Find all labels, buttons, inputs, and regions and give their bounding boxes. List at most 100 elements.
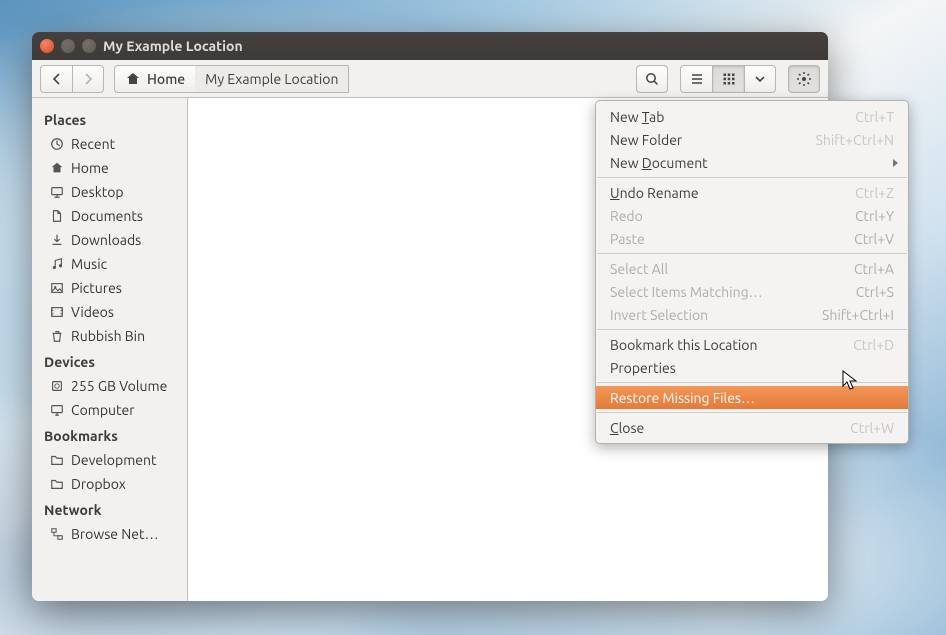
download-icon [50,233,64,247]
sidebar-item-desktop[interactable]: Desktop [32,180,187,204]
menu-item-new-tab[interactable]: New TabCtrl+T [596,105,908,128]
search-button[interactable] [636,65,668,93]
window-minimize-button[interactable] [61,39,75,53]
sidebar-item-videos[interactable]: Videos [32,300,187,324]
sidebar-item-255-gb-volume[interactable]: 255 GB Volume [32,374,187,398]
sidebar-item-label: 255 GB Volume [71,378,167,394]
sidebar-item-label: Pictures [71,280,122,296]
menu-item-accelerator: Ctrl+V [854,231,894,247]
sidebar-item-label: Computer [71,402,135,418]
pathbar: Home My Example Location [114,65,349,93]
sidebar-item-browse-net-[interactable]: Browse Net… [32,522,187,546]
toolbar: Home My Example Location [32,60,828,98]
sidebar-heading: Places [32,106,187,132]
chevron-right-icon [80,71,96,87]
pathbar-location-label: My Example Location [205,71,338,87]
menu-item-accelerator: Ctrl+T [855,109,894,125]
grid-icon [721,71,737,87]
view-dropdown-button[interactable] [744,65,776,93]
menu-item-accelerator: Ctrl+Z [855,185,894,201]
menu-item-paste: PasteCtrl+V [596,227,908,250]
pathbar-home[interactable]: Home [114,65,195,93]
menu-item-redo: RedoCtrl+Y [596,204,908,227]
menu-item-bookmark-this-location[interactable]: Bookmark this LocationCtrl+D [596,333,908,356]
forward-button[interactable] [72,65,104,93]
window-title: My Example Location [103,38,243,54]
menu-item-accelerator: Ctrl+A [854,261,894,277]
view-list-button[interactable] [680,65,712,93]
sidebar-item-downloads[interactable]: Downloads [32,228,187,252]
sidebar-item-pictures[interactable]: Pictures [32,276,187,300]
sidebar-item-home[interactable]: Home [32,156,187,180]
trash-icon [50,329,64,343]
sidebar-item-label: Recent [71,136,115,152]
pictures-icon [50,281,64,295]
menu-item-properties[interactable]: Properties [596,356,908,379]
menu-item-label: New Document [610,155,894,171]
menu-separator [597,329,907,330]
back-button[interactable] [40,65,72,93]
menu-item-label: Select Items Matching… [610,284,856,300]
list-icon [689,71,705,87]
sidebar-heading: Bookmarks [32,422,187,448]
menu-separator [597,412,907,413]
menu-item-label: New Folder [610,132,816,148]
home-icon [125,71,141,87]
window-titlebar[interactable]: My Example Location [32,32,828,60]
sidebar-item-label: Desktop [71,184,124,200]
menu-item-label: Close [610,420,850,436]
sidebar-item-computer[interactable]: Computer [32,398,187,422]
menu-item-accelerator: Ctrl+D [853,337,894,353]
pathbar-location[interactable]: My Example Location [195,65,349,93]
sidebar-item-recent[interactable]: Recent [32,132,187,156]
sidebar-heading: Network [32,496,187,522]
menu-item-label: Redo [610,208,855,224]
window-close-button[interactable] [40,39,54,53]
menu-item-new-document[interactable]: New Document [596,151,908,174]
sidebar-item-label: Documents [71,208,143,224]
menu-separator [597,253,907,254]
window-maximize-button[interactable] [82,39,96,53]
sidebar-item-label: Videos [71,304,114,320]
sidebar-item-label: Development [71,452,157,468]
menu-item-invert-selection: Invert SelectionShift+Ctrl+I [596,303,908,326]
folder-icon [50,453,64,467]
menu-item-close[interactable]: CloseCtrl+W [596,416,908,439]
sidebar-item-label: Home [71,160,109,176]
menu-item-accelerator: Ctrl+Y [855,208,894,224]
menu-item-undo-rename[interactable]: Undo RenameCtrl+Z [596,181,908,204]
network-icon [50,527,64,541]
nav-button-group [40,65,104,93]
disk-icon [50,379,64,393]
menu-item-label: Properties [610,360,894,376]
menu-item-label: Select All [610,261,854,277]
menu-item-label: New Tab [610,109,855,125]
menu-item-label: Invert Selection [610,307,822,323]
menu-item-select-all: Select AllCtrl+A [596,257,908,280]
menu-item-accelerator: Ctrl+W [850,420,894,436]
sidebar-item-rubbish-bin[interactable]: Rubbish Bin [32,324,187,348]
menu-item-restore-missing-files[interactable]: Restore Missing Files… [596,386,908,409]
sidebar-item-development[interactable]: Development [32,448,187,472]
view-grid-button[interactable] [712,65,744,93]
clock-icon [50,137,64,151]
sidebar-item-dropbox[interactable]: Dropbox [32,472,187,496]
sidebar-item-documents[interactable]: Documents [32,204,187,228]
document-icon [50,209,64,223]
pathbar-home-label: Home [147,71,185,87]
music-icon [50,257,64,271]
submenu-indicator-icon [893,159,898,167]
sidebar-item-music[interactable]: Music [32,252,187,276]
menu-item-accelerator: Shift+Ctrl+N [816,132,894,148]
chevron-down-icon [752,71,768,87]
menu-item-new-folder[interactable]: New FolderShift+Ctrl+N [596,128,908,151]
videos-icon [50,305,64,319]
chevron-left-icon [49,71,65,87]
desktop-icon [50,185,64,199]
gear-icon [796,71,812,87]
gear-menu-button[interactable] [788,65,820,93]
search-icon [644,71,660,87]
menu-item-accelerator: Ctrl+S [856,284,894,300]
view-button-group [680,65,776,93]
gear-context-menu: New TabCtrl+TNew FolderShift+Ctrl+NNew D… [595,100,909,444]
